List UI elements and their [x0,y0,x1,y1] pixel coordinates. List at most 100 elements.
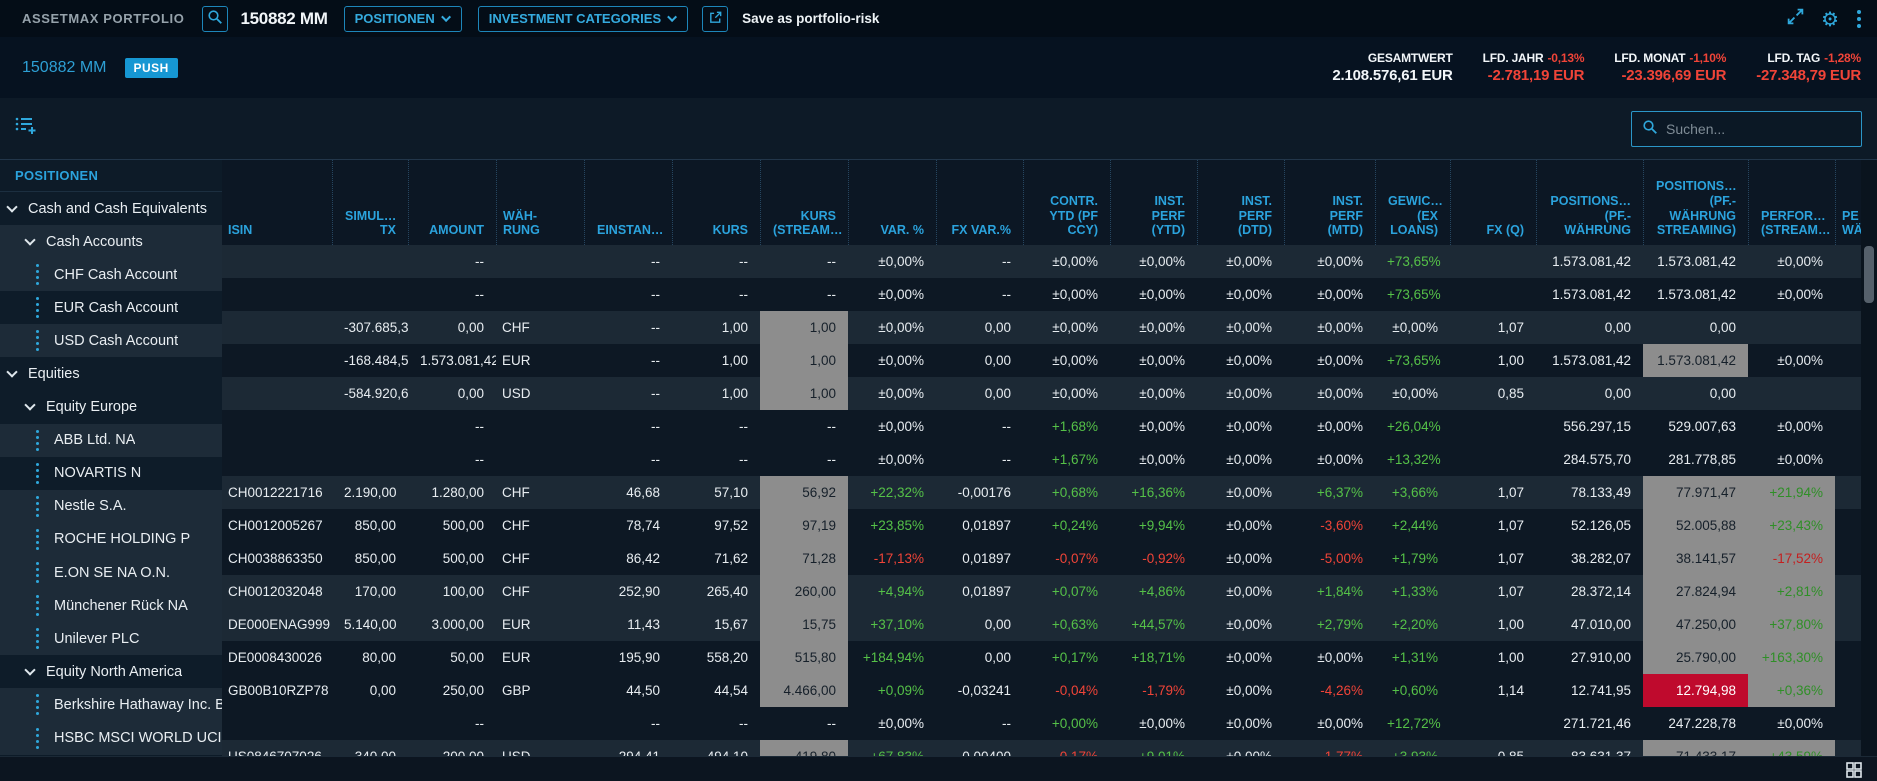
chevron-down-icon[interactable] [24,664,35,675]
sidebar-item-abb-ltd-na[interactable]: ABB Ltd. NA [0,424,222,457]
sidebar-item-unilever-plc[interactable]: Unilever PLC [0,622,222,655]
column-header-simul-tx[interactable]: SIMUL…TX [332,160,408,245]
table-row[interactable]: DE000ENAG9995.140,003.000,00EUR11,4315,6… [222,608,1861,641]
cell-inst-perf-mtd: -4,26% [1284,674,1375,707]
scrollbar-thumb[interactable] [1864,246,1874,303]
column-header-inst-perf-dtd[interactable]: INST.PERF(DTD) [1197,160,1284,245]
grid-view-icon[interactable] [1845,761,1863,781]
drag-handle-icon[interactable] [36,535,39,538]
column-header-contr-ytd[interactable]: CONTR.YTD (PFCCY) [1023,160,1110,245]
cell-inst-perf-ytd: +18,71% [1110,641,1197,674]
push-button[interactable]: PUSH [125,58,178,78]
sidebar-item-m-nchener-r-ck-na[interactable]: Münchener Rück NA [0,589,222,622]
table-row[interactable]: --------±0,00%--±0,00%±0,00%±0,00%±0,00%… [222,278,1861,311]
cell-contr-ytd: ±0,00% [1023,311,1110,344]
cell-inst-perf-dtd: ±0,00% [1197,245,1284,278]
cell-inst-perf-ytd: ±0,00% [1110,443,1197,476]
column-header-amount[interactable]: AMOUNT [408,160,496,245]
table-row[interactable]: -307.685,300,00CHF--1,001,00±0,00%0,00±0… [222,311,1861,344]
sidebar-item-cash-accounts[interactable]: Cash Accounts [0,225,222,258]
sidebar-item-cash-and-cash-equivalents[interactable]: Cash and Cash Equivalents [0,192,222,225]
stat-value: -27.348,79 EUR [1756,67,1861,84]
drag-handle-icon[interactable] [36,700,39,703]
kebab-menu-icon[interactable] [1855,8,1863,30]
sidebar-item-roche-holding-p[interactable]: ROCHE HOLDING P [0,523,222,556]
investment-categories-dropdown[interactable]: INVESTMENT CATEGORIES [478,6,688,32]
cell-amount: 100,00 [408,575,496,608]
cell-simul-tx: -168.484,52 [332,344,408,377]
search-button[interactable] [202,6,228,32]
table-row[interactable]: GB00B10RZP780,00250,00GBP44,5044,544.466… [222,674,1861,707]
column-header-kurs-stream[interactable]: KURS(STREAM… [760,160,848,245]
table-row[interactable]: --------±0,00%--+0,00%±0,00%±0,00%±0,00%… [222,707,1861,740]
drag-handle-icon[interactable] [36,601,39,604]
column-header-positions-streaming[interactable]: POSITIONS…(PF.-WÄHRUNGSTREAMING) [1643,160,1748,245]
sidebar-item-berkshire-hathaway-inc-b[interactable]: Berkshire Hathaway Inc. B [0,688,222,721]
column-header-fx-var-pct[interactable]: FX VAR.% [936,160,1023,245]
column-header-waehrung[interactable]: WÄH-RUNG [496,160,584,245]
chevron-down-icon[interactable] [6,366,17,377]
table-row[interactable]: --------±0,00%--+1,67%±0,00%±0,00%±0,00%… [222,443,1861,476]
column-header-performance-streaming[interactable]: PERFOR…(STREAM… [1748,160,1835,245]
expand-icon[interactable] [1786,7,1805,31]
drag-handle-icon[interactable] [36,634,39,637]
column-header-pe[interactable]: PEWÄ [1835,160,1861,245]
drag-handle-icon[interactable] [36,270,39,273]
sidebar-item-equities[interactable]: Equities [0,357,222,390]
cell-simul-tx: 80,00 [332,641,408,674]
sidebar-item-usd-cash-account[interactable]: USD Cash Account [0,324,222,357]
cell-fx-q: 1,07 [1450,509,1536,542]
sidebar-item-eur-cash-account[interactable]: EUR Cash Account [0,291,222,324]
column-header-einstand[interactable]: EINSTAN… [584,160,672,245]
save-as-portfolio-risk-action[interactable]: Save as portfolio-risk [742,11,879,26]
column-header-gewicht[interactable]: GEWIC…(EXLOANS) [1375,160,1450,245]
column-header-isin[interactable]: ISIN [222,160,332,245]
table-search-input[interactable] [1666,121,1851,137]
add-to-list-button[interactable] [14,114,36,139]
column-header-inst-perf-ytd[interactable]: INST.PERF (YTD) [1110,160,1197,245]
column-header-var-pct[interactable]: VAR. % [848,160,936,245]
sidebar-item-hsbc-msci-world-uci[interactable]: HSBC MSCI WORLD UCI… [0,722,222,755]
drag-handle-icon[interactable] [36,303,39,306]
chevron-down-icon[interactable] [6,201,17,212]
sidebar-item-e-on-se-na-o-n[interactable]: E.ON SE NA O.N. [0,556,222,589]
cell-performance-streaming: ±0,00% [1748,443,1835,476]
table-toolbar [0,98,1877,160]
sidebar-item-equity-north-america[interactable]: Equity North America [0,655,222,688]
cell-fx-q: 1,07 [1450,476,1536,509]
column-header-positions[interactable]: POSITIONS…(PF.-WÄHRUNG [1536,160,1643,245]
drag-handle-icon[interactable] [36,734,39,737]
table-row[interactable]: -584.920,640,00USD--1,001,00±0,00%0,00±0… [222,377,1861,410]
positions-tree: Cash and Cash EquivalentsCash AccountsCH… [0,192,222,755]
portfolio-name: 150882 MM [22,59,107,77]
table-row[interactable]: CH0012032048170,00100,00CHF252,90265,402… [222,575,1861,608]
drag-handle-icon[interactable] [36,568,39,571]
sidebar-item-chf-cash-account[interactable]: CHF Cash Account [0,258,222,291]
table-row[interactable]: --------±0,00%--±0,00%±0,00%±0,00%±0,00%… [222,245,1861,278]
chevron-down-icon[interactable] [24,399,35,410]
drag-handle-icon[interactable] [36,469,39,472]
sidebar-item-equity-europe[interactable]: Equity Europe [0,391,222,424]
table-row[interactable]: CH0012005267850,00500,00CHF78,7497,5297,… [222,509,1861,542]
cell-inst-perf-mtd: +6,37% [1284,476,1375,509]
drag-handle-icon[interactable] [36,436,39,439]
positionen-dropdown[interactable]: POSITIONEN [344,6,462,32]
sidebar-item-novartis-n[interactable]: NOVARTIS N [0,457,222,490]
cell-positions-streaming: 1.573.081,42 [1643,245,1748,278]
vertical-scrollbar[interactable] [1861,160,1877,756]
table-row[interactable]: --------±0,00%--+1,68%±0,00%±0,00%±0,00%… [222,410,1861,443]
table-row[interactable]: CH0038863350850,00500,00CHF86,4271,6271,… [222,542,1861,575]
table-row[interactable]: -168.484,521.573.081,42EUR--1,001,00±0,0… [222,344,1861,377]
cell-kurs: 558,20 [672,641,760,674]
gear-icon[interactable]: ⚙ [1821,9,1839,29]
drag-handle-icon[interactable] [36,336,39,339]
sidebar-item-nestle-s-a[interactable]: Nestle S.A. [0,490,222,523]
chevron-down-icon[interactable] [24,234,35,245]
table-row[interactable]: DE000843002680,0050,00EUR195,90558,20515… [222,641,1861,674]
column-header-inst-perf-mtd[interactable]: INST.PERF(MTD) [1284,160,1375,245]
drag-handle-icon[interactable] [36,502,39,505]
column-header-fx-q[interactable]: FX (Q) [1450,160,1536,245]
open-external-button[interactable] [702,6,728,32]
column-header-kurs[interactable]: KURS [672,160,760,245]
table-row[interactable]: CH00122217162.190,001.280,00CHF46,6857,1… [222,476,1861,509]
